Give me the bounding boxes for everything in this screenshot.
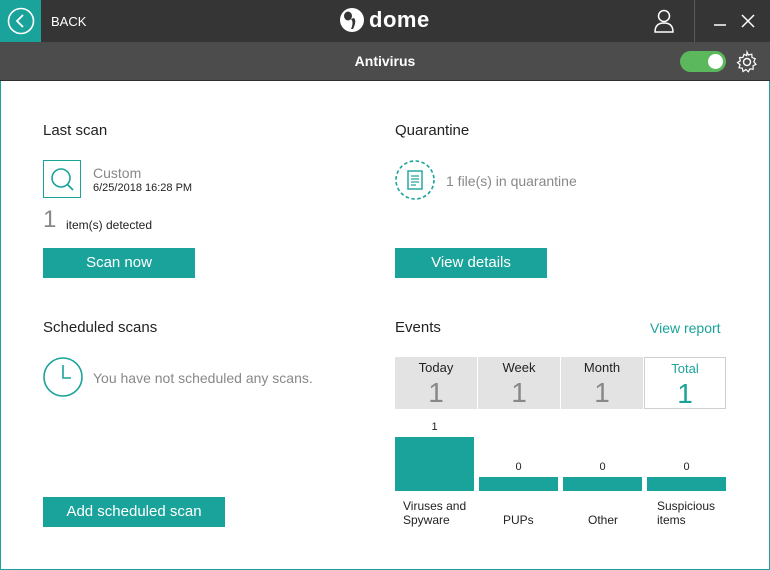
title-bar: BACK dome (0, 0, 770, 42)
back-label[interactable]: BACK (51, 14, 86, 29)
gear-icon (736, 49, 757, 73)
tab-today-label: Today (418, 360, 454, 375)
quarantine-title: Quarantine (395, 122, 470, 139)
scheduled-scans-title: Scheduled scans (43, 319, 158, 336)
quarantine-icon-wrapper (394, 159, 436, 201)
clock-icon-wrapper (42, 356, 84, 398)
toggle-knob (708, 54, 723, 69)
bar-pups (479, 477, 558, 491)
view-report-link[interactable]: View report (650, 320, 721, 336)
tab-week[interactable]: Week 1 (478, 357, 560, 409)
section-header-bar: Antivirus (0, 42, 770, 81)
back-button[interactable] (0, 0, 41, 42)
scan-now-button[interactable]: Scan now (43, 248, 195, 278)
clock-icon (43, 357, 83, 397)
quarantine-status: 1 file(s) in quarantine (446, 173, 577, 189)
scan-type-icon-box (43, 160, 81, 198)
add-scheduled-scan-button[interactable]: Add scheduled scan (43, 497, 225, 527)
category-label: Suspicious items (657, 499, 716, 527)
category-label: Other (588, 513, 619, 527)
magnifier-icon (51, 168, 74, 191)
settings-button[interactable] (735, 49, 759, 74)
bar-suspicious-items (647, 477, 726, 491)
title-bar-divider (694, 0, 695, 42)
user-account-button[interactable] (646, 8, 682, 34)
bar-viruses-and-spyware (395, 437, 474, 491)
last-scan-title: Last scan (43, 122, 108, 139)
tab-month[interactable]: Month 1 (561, 357, 643, 409)
tab-month-value: 1 (594, 377, 610, 408)
scan-date: 6/25/2018 16:28 PM (93, 182, 193, 194)
detected-label: item(s) detected (66, 218, 153, 232)
tab-today[interactable]: Today 1 (395, 357, 477, 409)
tab-total-value: 1 (677, 378, 693, 409)
bar-value-label: 1 (431, 421, 438, 433)
tab-total-label: Total (671, 361, 699, 376)
events-title: Events (395, 319, 441, 336)
antivirus-toggle[interactable] (680, 51, 726, 72)
minimize-button[interactable] (710, 13, 730, 33)
panda-logo-icon (340, 8, 364, 32)
close-button[interactable] (738, 11, 758, 31)
quarantine-document-icon (395, 160, 435, 200)
category-label: PUPs (503, 513, 534, 527)
logo-text: dome (369, 7, 430, 32)
close-icon (741, 14, 755, 28)
chevron-left-circle-icon (7, 7, 34, 35)
tab-total[interactable]: Total 1 (644, 357, 726, 409)
tab-today-value: 1 (428, 377, 444, 408)
scheduled-status: You have not scheduled any scans. (93, 370, 313, 386)
tab-month-label: Month (583, 360, 621, 375)
page-title: Antivirus (354, 53, 416, 69)
tab-week-value: 1 (511, 377, 527, 408)
bar-value-label: 0 (515, 461, 522, 473)
bar-value-label: 0 (599, 461, 606, 473)
view-details-button[interactable]: View details (395, 248, 547, 278)
user-icon (654, 9, 674, 33)
bar-value-label: 0 (683, 461, 690, 473)
bar-other (563, 477, 642, 491)
minimize-icon (714, 24, 726, 26)
category-label: Viruses and Spyware (403, 499, 467, 527)
scan-type-label: Custom (93, 165, 142, 181)
detected-count: 1 (43, 206, 57, 233)
dome-logo: dome (339, 7, 430, 33)
tab-week-label: Week (502, 360, 536, 375)
